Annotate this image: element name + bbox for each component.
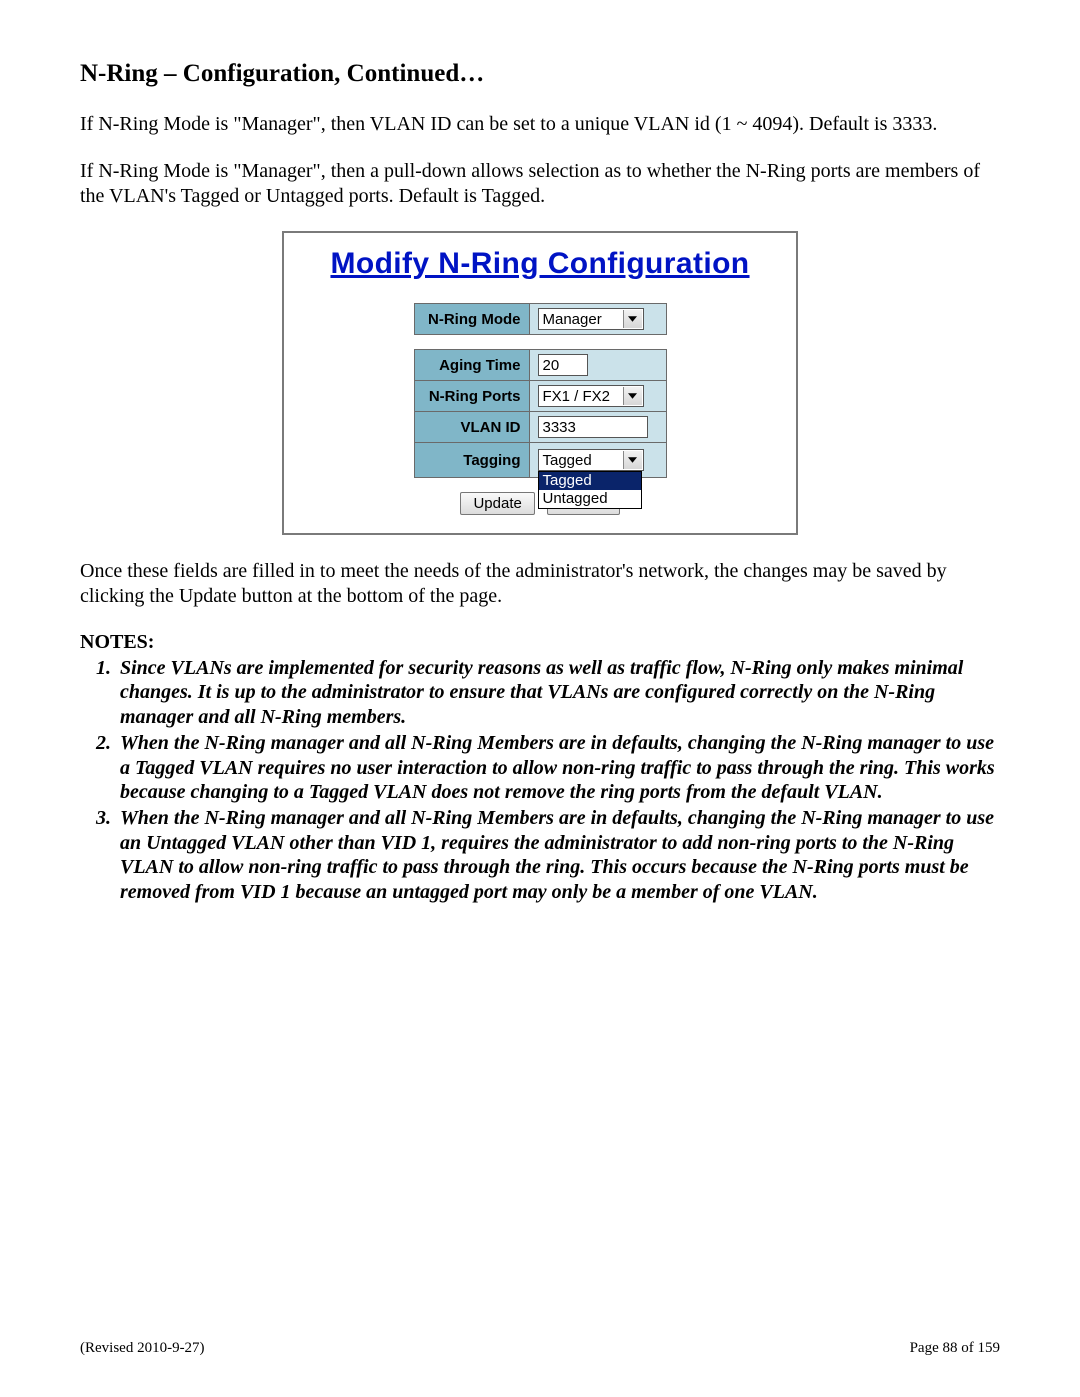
fields-table: Aging Time 20 N-Ring Ports FX1 / FX2 xyxy=(414,349,667,478)
config-panel-title: Modify N-Ring Configuration xyxy=(284,247,796,281)
tagging-option-tagged[interactable]: Tagged xyxy=(539,472,641,490)
paragraph-tagging: If N-Ring Mode is "Manager", then a pull… xyxy=(80,159,1000,209)
tagging-select[interactable]: Tagged xyxy=(538,449,644,471)
footer-revised: (Revised 2010-9-27) xyxy=(80,1340,205,1357)
tagging-label: Tagging xyxy=(414,443,529,478)
vlan-id-label: VLAN ID xyxy=(414,412,529,443)
mode-select-value: Manager xyxy=(543,311,602,328)
nring-ports-value: FX1 / FX2 xyxy=(543,388,611,405)
section-title: N-Ring – Configuration, Continued… xyxy=(80,60,1000,88)
note-item-3: When the N-Ring manager and all N-Ring M… xyxy=(116,806,1000,904)
notes-list: Since VLANs are implemented for security… xyxy=(80,656,1000,904)
mode-select[interactable]: Manager xyxy=(538,308,644,330)
update-button[interactable]: Update xyxy=(460,492,534,515)
paragraph-vlan-id: If N-Ring Mode is "Manager", then VLAN I… xyxy=(80,112,1000,137)
notes-heading: NOTES: xyxy=(80,631,1000,654)
mode-table: N-Ring Mode Manager xyxy=(414,303,667,335)
note-item-1: Since VLANs are implemented for security… xyxy=(116,656,1000,729)
tagging-select-value: Tagged xyxy=(543,452,592,469)
aging-time-input[interactable]: 20 xyxy=(538,354,588,376)
tagging-option-untagged[interactable]: Untagged xyxy=(539,490,641,508)
chevron-down-icon xyxy=(623,310,642,328)
paragraph-save-hint: Once these fields are filled in to meet … xyxy=(80,559,1000,609)
tagging-dropdown-list[interactable]: Tagged Untagged xyxy=(538,471,642,509)
aging-time-label: Aging Time xyxy=(414,350,529,381)
footer-page: Page 88 of 159 xyxy=(910,1340,1000,1357)
vlan-id-input[interactable]: 3333 xyxy=(538,416,648,438)
chevron-down-icon xyxy=(623,387,642,405)
chevron-down-icon xyxy=(623,451,642,469)
mode-label: N-Ring Mode xyxy=(414,304,529,335)
nring-ports-select[interactable]: FX1 / FX2 xyxy=(538,385,644,407)
note-item-2: When the N-Ring manager and all N-Ring M… xyxy=(116,731,1000,804)
config-panel: Modify N-Ring Configuration N-Ring Mode … xyxy=(282,231,798,535)
nring-ports-label: N-Ring Ports xyxy=(414,381,529,412)
